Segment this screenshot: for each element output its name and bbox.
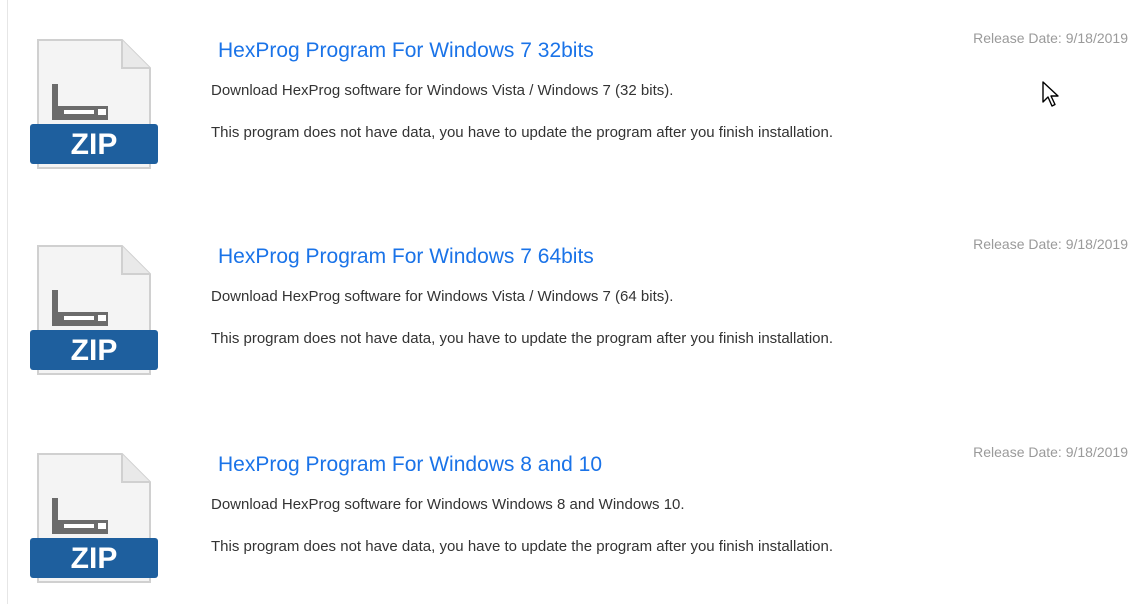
download-description: Download HexProg software for Windows Wi… [211, 496, 685, 513]
download-note: This program does not have data, you hav… [211, 124, 834, 141]
download-title-link[interactable]: HexProg Program For Windows 7 64bits [218, 245, 594, 269]
download-item: ZIP HexProg Program For Windows 7 32bits… [0, 30, 1141, 190]
zip-label: ZIP [71, 128, 118, 161]
download-title-link[interactable]: HexProg Program For Windows 7 32bits [218, 39, 594, 63]
download-description: Download HexProg software for Windows Vi… [211, 288, 674, 305]
download-item: ZIP HexProg Program For Windows 8 and 10… [0, 444, 1141, 604]
zip-label: ZIP [71, 334, 118, 367]
download-description: Download HexProg software for Windows Vi… [211, 82, 674, 99]
download-note: This program does not have data, you hav… [211, 538, 834, 555]
download-note: This program does not have data, you hav… [211, 330, 834, 347]
release-date: Release Date: 9/18/2019 [973, 236, 1128, 252]
zip-label: ZIP [71, 542, 118, 575]
downloads-page: ZIP HexProg Program For Windows 7 32bits… [0, 0, 1141, 604]
download-item: ZIP HexProg Program For Windows 7 64bits… [0, 236, 1141, 396]
zip-file-icon[interactable]: ZIP [26, 36, 162, 178]
mouse-pointer-icon [1042, 81, 1059, 107]
release-date: Release Date: 9/18/2019 [973, 30, 1128, 46]
download-title-link[interactable]: HexProg Program For Windows 8 and 10 [218, 453, 602, 477]
zip-file-icon[interactable]: ZIP [26, 242, 162, 384]
release-date: Release Date: 9/18/2019 [973, 444, 1128, 460]
zip-file-icon[interactable]: ZIP [26, 450, 162, 592]
